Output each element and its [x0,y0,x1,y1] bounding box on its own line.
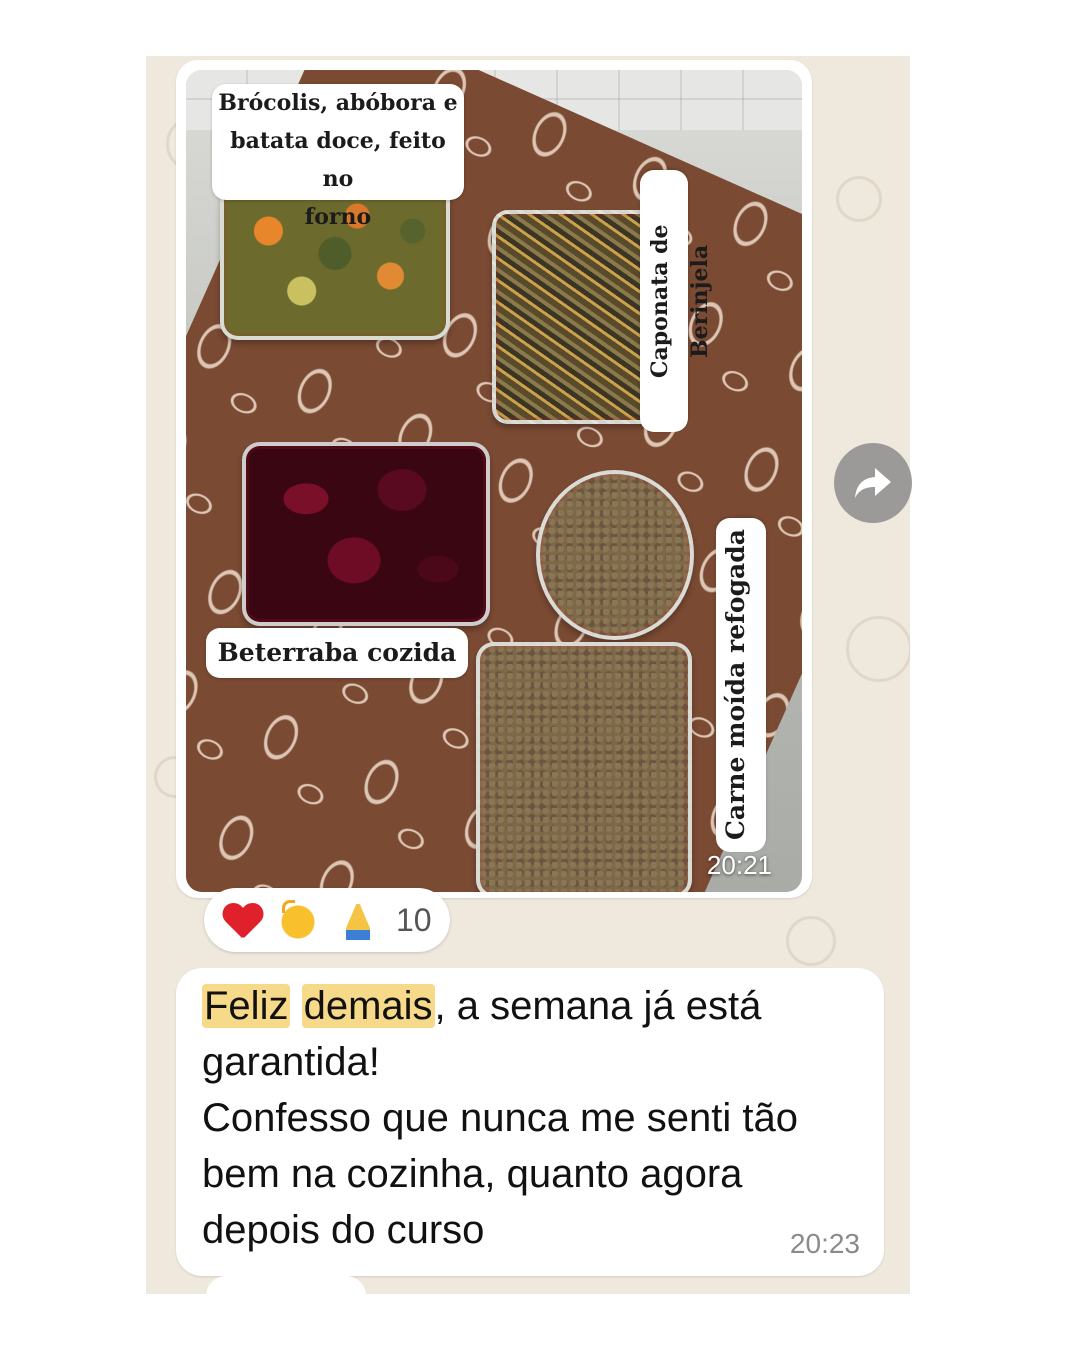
beet-dish [242,442,490,626]
folded-hands-icon [346,900,370,940]
caption-meat: Carne moída refogada [716,518,766,852]
image-message-bubble[interactable]: Brócolis, abóbora e batata doce, feito n… [176,60,812,898]
highlighted-word: demais [301,984,435,1028]
forward-button[interactable] [834,443,912,523]
message-timestamp: 20:23 [789,1228,860,1259]
message-line: , a semana já está [434,984,762,1028]
message-text: Feliz demais, a semana já está garantida… [202,978,872,1258]
message-line: garantida! [202,1040,380,1084]
text-reactions-partial[interactable] [206,1276,366,1294]
message-line: depois do curso [202,1208,485,1252]
meat-dish [476,642,692,892]
meat-bowl [536,470,694,640]
caption-caponata: Caponata de Berinjela [640,170,713,432]
reaction-count: 10 [396,901,432,938]
forward-icon [855,468,891,498]
message-line: bem na cozinha, quanto agora [202,1152,743,1196]
highlighted-word: Feliz [202,984,291,1028]
word-space [290,984,301,1028]
image-reactions[interactable]: 10 [204,888,450,952]
text-message-bubble[interactable]: Feliz demais, a semana já está garantida… [176,968,884,1276]
message-line: Confesso que nunca me senti tão [202,1096,798,1140]
caption-vegetables: Brócolis, abóbora e batata doce, feito n… [212,84,464,230]
image-timestamp: 20:21 [706,850,772,880]
caption-beet: Beterraba cozida [206,628,468,678]
chat-area: Brócolis, abóbora e batata doce, feito n… [146,56,910,1294]
heart-icon [222,900,262,940]
meal-prep-photo[interactable]: Brócolis, abóbora e batata doce, feito n… [186,70,802,892]
clapping-hands-icon [280,900,320,940]
